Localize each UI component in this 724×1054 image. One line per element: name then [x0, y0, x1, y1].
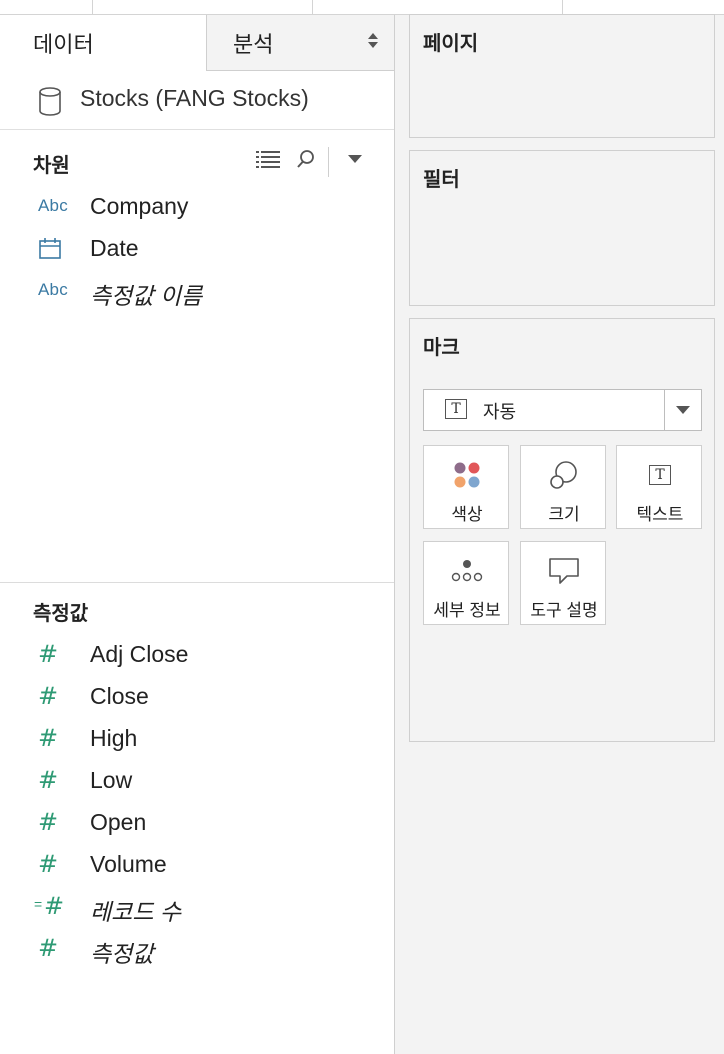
mark-type-value: 자동 — [483, 402, 517, 422]
size-circles-icon — [521, 458, 607, 492]
number-type-icon: # — [38, 640, 59, 668]
calculated-number-icon: = # — [34, 892, 65, 920]
text-mark-icon: T — [445, 399, 467, 419]
string-type-icon: Abc — [38, 280, 68, 299]
tab-data[interactable]: 데이터 — [0, 15, 206, 71]
list-view-icon[interactable] — [254, 145, 282, 173]
chevron-down-icon[interactable] — [341, 145, 369, 173]
number-type-icon: # — [38, 808, 59, 836]
measure-field-volume[interactable]: # Volume — [0, 844, 394, 884]
tab-analysis-label: 분석 — [233, 32, 274, 57]
number-type-icon: # — [38, 724, 59, 752]
measure-field-high[interactable]: # High — [0, 718, 394, 758]
top-toolbar-strip — [0, 0, 724, 15]
detail-button[interactable]: 세부 정보 — [423, 541, 509, 625]
field-label: Close — [90, 683, 149, 709]
measure-field-measure-values[interactable]: # 측정값 — [0, 928, 394, 968]
number-type-icon: # — [38, 934, 59, 962]
field-label: High — [90, 725, 138, 751]
tooltip-button[interactable]: 도구 설명 — [520, 541, 606, 625]
measure-field-low[interactable]: # Low — [0, 760, 394, 800]
dimensions-header: 차원 — [0, 139, 394, 183]
field-label: 측정값 — [90, 941, 154, 967]
marks-title: 마크 — [423, 337, 460, 359]
dimensions-title: 차원 — [33, 155, 70, 177]
size-label: 크기 — [548, 505, 580, 524]
color-palette-icon — [424, 458, 510, 492]
number-type-icon: # — [38, 850, 59, 878]
detail-label: 세부 정보 — [433, 601, 501, 620]
number-type-icon: # — [38, 682, 59, 710]
filters-card[interactable]: 필터 — [409, 150, 715, 306]
mark-type-select[interactable]: T 자동 — [423, 389, 702, 431]
tab-menu-arrows-icon[interactable] — [368, 33, 378, 51]
tab-data-label: 데이터 — [33, 32, 94, 57]
tab-analysis[interactable]: 분석 — [206, 15, 394, 71]
marks-card: 마크 T 자동 색상 크기 T 텍스트 세부 정보 도구 설명 — [409, 318, 715, 742]
data-pane: 데이터 분석 Stocks (FANG Stocks) 차원 Abc Compa… — [0, 15, 395, 1054]
filters-title: 필터 — [423, 169, 460, 191]
measure-field-open[interactable]: # Open — [0, 802, 394, 842]
text-button[interactable]: T 텍스트 — [616, 445, 702, 529]
toolbar-divider — [562, 0, 563, 14]
database-icon — [38, 87, 62, 122]
pages-card[interactable]: 페이지 — [409, 14, 715, 138]
datasource-name: Stocks (FANG Stocks) — [80, 85, 309, 111]
search-icon[interactable] — [292, 145, 320, 173]
number-type-icon: # — [38, 766, 59, 794]
field-label: Low — [90, 767, 133, 793]
text-icon: T — [617, 458, 703, 492]
field-label: 측정값 이름 — [90, 283, 203, 309]
speech-bubble-icon — [521, 554, 607, 588]
size-button[interactable]: 크기 — [520, 445, 606, 529]
toolbar-divider — [92, 0, 93, 14]
datasource-item[interactable]: Stocks (FANG Stocks) — [0, 71, 394, 130]
text-label: 텍스트 — [636, 505, 684, 524]
dimensions-tools — [254, 145, 394, 179]
measures-header: 측정값 — [0, 587, 394, 631]
measure-field-adj-close[interactable]: # Adj Close — [0, 634, 394, 674]
tooltip-label: 도구 설명 — [530, 601, 598, 620]
color-label: 색상 — [451, 505, 483, 524]
calendar-icon — [38, 236, 74, 260]
detail-dots-icon — [424, 554, 510, 588]
field-label: Volume — [90, 851, 167, 877]
measures-title: 측정값 — [33, 603, 89, 625]
section-divider — [0, 582, 394, 583]
toolbar-divider — [312, 0, 313, 14]
dimension-field-company[interactable]: Abc Company — [0, 186, 394, 226]
measure-field-close[interactable]: # Close — [0, 676, 394, 716]
color-button[interactable]: 색상 — [423, 445, 509, 529]
dimension-field-date[interactable]: Date — [0, 228, 394, 268]
dimension-field-measure-names[interactable]: Abc 측정값 이름 — [0, 270, 394, 310]
string-type-icon: Abc — [38, 196, 68, 215]
pane-tabs: 데이터 분석 — [0, 15, 394, 71]
header-divider — [328, 147, 329, 177]
field-label: Company — [90, 193, 189, 219]
chevron-down-icon[interactable] — [664, 390, 701, 430]
field-label: 레코드 수 — [90, 899, 182, 925]
field-label: Open — [90, 809, 147, 835]
pages-title: 페이지 — [423, 33, 479, 55]
measure-field-record-count[interactable]: = # 레코드 수 — [0, 886, 394, 926]
field-label: Adj Close — [90, 641, 189, 667]
field-label: Date — [90, 235, 139, 261]
